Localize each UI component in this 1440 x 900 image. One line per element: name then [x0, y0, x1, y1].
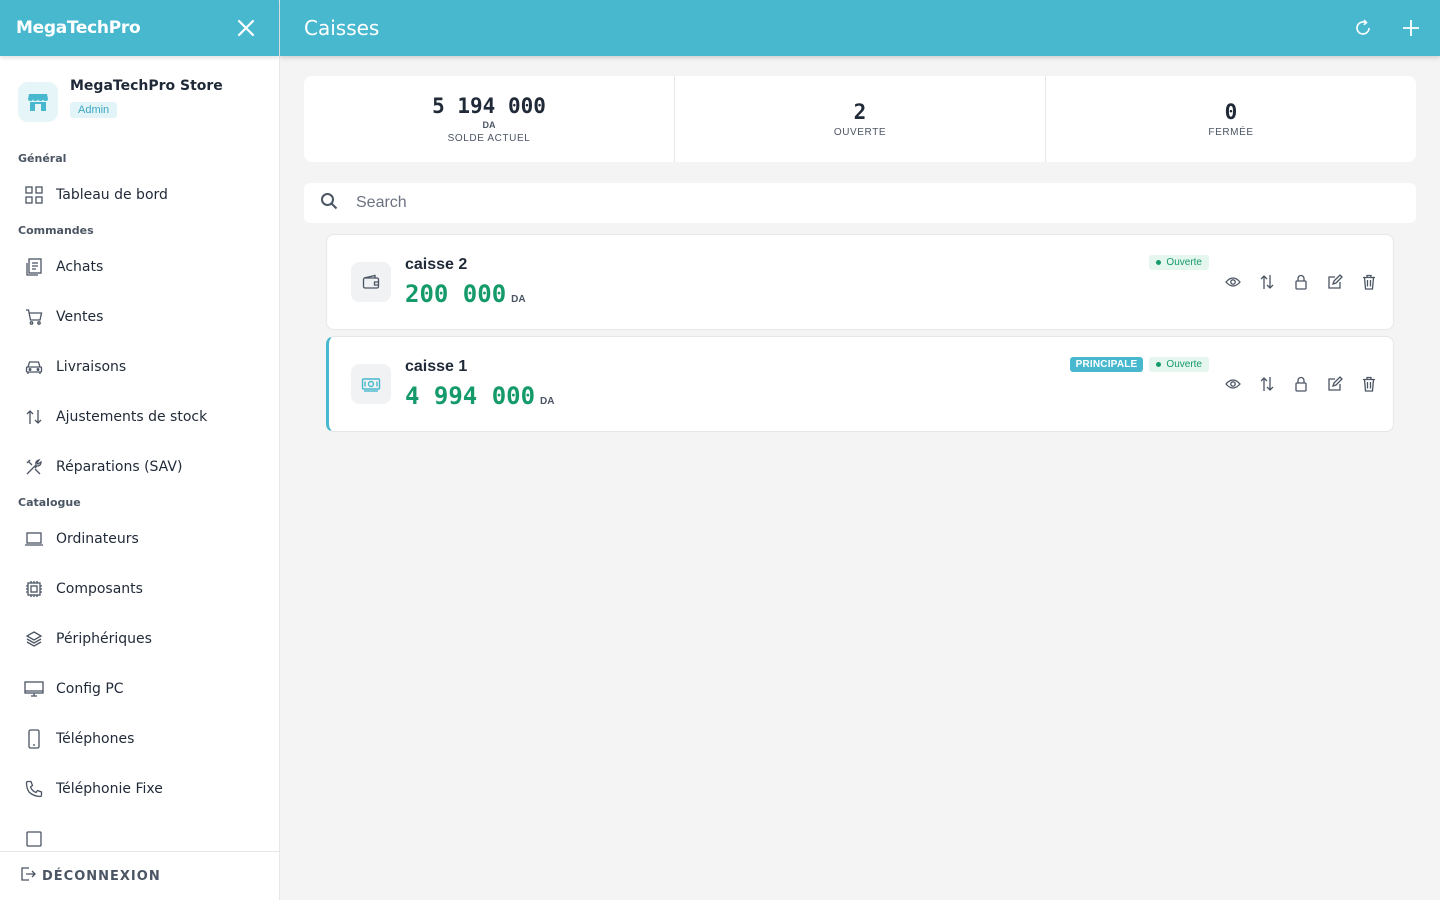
sidebar-item-achats[interactable]: Achats	[0, 242, 279, 292]
edit-icon[interactable]	[1327, 376, 1343, 392]
closed-label: FERMÉE	[1208, 127, 1254, 138]
refresh-icon[interactable]	[1352, 17, 1374, 39]
sidebar-header: MegaTechPro	[0, 0, 279, 56]
cart-icon	[24, 307, 44, 327]
caisse-card[interactable]: caisse 1 4 994 000 DA PRINCIPALE Ouverte	[326, 336, 1394, 432]
search-input[interactable]	[356, 194, 1256, 212]
lock-icon[interactable]	[1293, 274, 1309, 290]
sidebar-item-label: Ventes	[56, 309, 104, 325]
sidebar-item-livraisons[interactable]: Livraisons	[0, 342, 279, 392]
sidebar-item-label: Config PC	[56, 681, 124, 697]
closed-value: 0	[1224, 100, 1238, 124]
nav-section-catalogue: Catalogue	[18, 496, 81, 509]
role-badge: Admin	[70, 102, 118, 118]
delete-icon[interactable]	[1361, 274, 1377, 290]
receipt-icon	[24, 257, 44, 277]
delete-icon[interactable]	[1361, 376, 1377, 392]
nav-section-general: Général	[18, 152, 67, 165]
arrows-updown-icon	[24, 407, 44, 427]
sidebar-item-label: Composants	[56, 581, 143, 597]
sidebar-item-composants[interactable]: Composants	[0, 564, 279, 614]
cash-icon	[351, 364, 391, 404]
close-icon[interactable]	[235, 17, 257, 39]
balance-label: SOLDE ACTUEL	[447, 133, 531, 144]
stat-balance: 5 194 000 DA SOLDE ACTUEL	[304, 76, 675, 162]
balance-unit: DA	[482, 120, 496, 130]
sidebar-item-label: Tableau de bord	[56, 187, 168, 203]
caisse-name: caisse 1	[405, 358, 468, 375]
sidebar-item-label: Achats	[56, 259, 104, 275]
sidebar-item-reparations[interactable]: Réparations (SAV)	[0, 442, 279, 492]
landline-icon	[24, 779, 44, 799]
caisse-amount: 200 000	[405, 280, 507, 308]
chip-icon	[24, 579, 44, 599]
sidebar-item-ventes[interactable]: Ventes	[0, 292, 279, 342]
tablet-icon	[24, 829, 44, 849]
caisse-amount: 4 994 000	[405, 382, 536, 410]
status-badge: Ouverte	[1149, 255, 1209, 270]
add-icon[interactable]	[1400, 17, 1422, 39]
logout-label: DÉCONNEXION	[42, 868, 161, 884]
logout-icon	[20, 866, 36, 887]
caisse-name: caisse 2	[405, 256, 468, 273]
stat-closed: 0 FERMÉE	[1046, 76, 1416, 162]
brand-name: MegaTechPro	[16, 18, 141, 38]
sidebar-item-label: Périphériques	[56, 631, 152, 647]
phone-icon	[24, 729, 44, 749]
logout-button[interactable]: DÉCONNEXION	[0, 851, 279, 900]
caisse-unit: DA	[511, 294, 526, 305]
caisse-card[interactable]: caisse 2 200 000 DA Ouverte	[326, 234, 1394, 330]
sidebar-item-peripheriques[interactable]: Périphériques	[0, 614, 279, 664]
open-value: 2	[853, 100, 867, 124]
transfer-icon[interactable]	[1259, 274, 1275, 290]
sidebar-item-telephones[interactable]: Téléphones	[0, 714, 279, 764]
store-profile: MegaTechPro Store Admin	[0, 56, 279, 148]
view-icon[interactable]	[1225, 274, 1241, 290]
sidebar-item-label: Téléphonie Fixe	[56, 781, 163, 797]
layers-icon	[24, 629, 44, 649]
tools-icon	[24, 457, 44, 477]
page-title: Caisses	[304, 16, 380, 40]
search-bar	[304, 183, 1416, 223]
sidebar-item-label: Téléphones	[56, 731, 135, 747]
sidebar-item-ordinateurs[interactable]: Ordinateurs	[0, 514, 279, 564]
store-icon	[18, 82, 58, 122]
sidebar-item-label: Livraisons	[56, 359, 127, 375]
monitor-icon	[24, 679, 44, 699]
sidebar-item-label: Réparations (SAV)	[56, 459, 183, 475]
nav-section-commandes: Commandes	[18, 224, 94, 237]
grid-icon	[24, 185, 44, 205]
laptop-icon	[24, 529, 44, 549]
stat-open: 2 OUVERTE	[675, 76, 1046, 162]
view-icon[interactable]	[1225, 376, 1241, 392]
store-name: MegaTechPro Store	[70, 78, 223, 94]
open-label: OUVERTE	[833, 127, 887, 138]
search-icon	[320, 192, 338, 215]
principal-badge: PRINCIPALE	[1069, 357, 1144, 372]
sidebar-item-tableau-de-bord[interactable]: Tableau de bord	[0, 170, 279, 220]
edit-icon[interactable]	[1327, 274, 1343, 290]
transfer-icon[interactable]	[1259, 376, 1275, 392]
sidebar: MegaTechPro MegaTechPro Store Admin Géné…	[0, 0, 280, 900]
balance-value: 5 194 000	[432, 94, 546, 118]
wallet-icon	[351, 262, 391, 302]
stats-summary: 5 194 000 DA SOLDE ACTUEL 2 OUVERTE 0 FE…	[304, 76, 1416, 162]
car-icon	[24, 357, 44, 377]
sidebar-item-config-pc[interactable]: Config PC	[0, 664, 279, 714]
sidebar-item-label: Ajustements de stock	[56, 409, 208, 425]
sidebar-item-label: Ordinateurs	[56, 531, 139, 547]
sidebar-item-ajustements-de-stock[interactable]: Ajustements de stock	[0, 392, 279, 442]
caisse-unit: DA	[540, 396, 555, 407]
lock-icon[interactable]	[1293, 376, 1309, 392]
sidebar-item-telephonie-fixe[interactable]: Téléphonie Fixe	[0, 764, 279, 814]
status-badge: Ouverte	[1149, 357, 1209, 372]
topbar: Caisses	[280, 0, 1440, 56]
